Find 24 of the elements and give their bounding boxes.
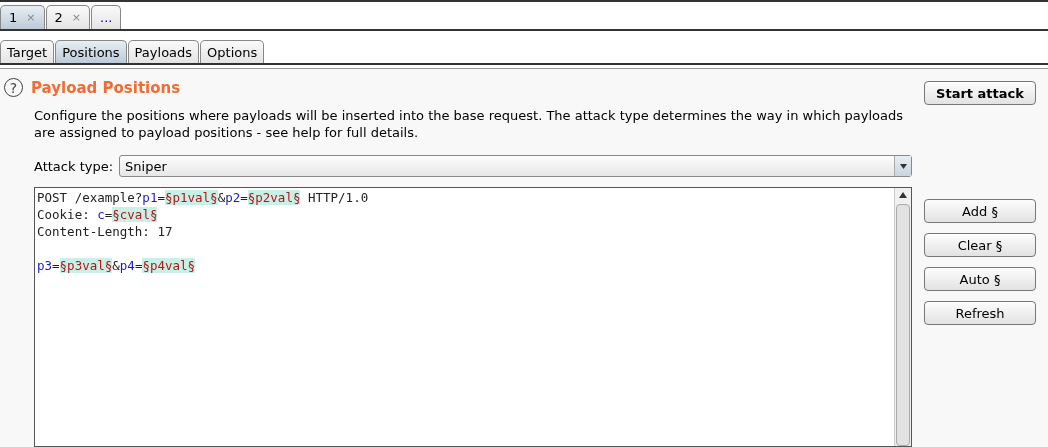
scroll-up-icon[interactable] [899, 192, 907, 198]
attack-tab[interactable]: 2 × [45, 5, 90, 29]
tab[interactable]: Target [0, 40, 55, 63]
attack-tab[interactable]: 1 × [0, 5, 45, 29]
tab[interactable]: Payloads [127, 40, 200, 63]
attack-type-label: Attack type: [34, 158, 114, 174]
scrollbar[interactable] [894, 188, 911, 446]
request-editor[interactable]: POST /example?p1=§p1val§&p2=§p2val§ HTTP/1.0 Cookie: c=§cval§ Content-Length: 17 p3=§p3val§&p4=§p4val§ [34, 187, 912, 447]
start-attack-button[interactable]: Start attack [924, 81, 1036, 105]
dropdown-arrow-icon [899, 163, 907, 169]
request-line: POST /example?p1=§p1val§&p2=§p2val§ HTTP/1.0 [37, 190, 369, 205]
request-line: Content-Length: 17 [37, 224, 173, 239]
side-button[interactable]: Clear § [924, 233, 1036, 257]
side-button[interactable]: Auto § [924, 267, 1036, 291]
attack-tab[interactable]: ... [91, 5, 122, 29]
request-line: p3=§p3val§&p4=§p4val§ [37, 258, 196, 273]
request-line: Cookie: c=§cval§ [37, 207, 158, 222]
attack-type-dropdown[interactable]: Sniper [119, 155, 912, 177]
section-title: Payload Positions [31, 78, 181, 97]
side-button[interactable]: Add § [924, 199, 1036, 223]
description: Configure the positions where payloads will be inserted into the base request. The attack type determines the way in which payloads are assigned to payload positions - see help for full details. [34, 107, 905, 141]
side-button[interactable]: Refresh [924, 301, 1036, 325]
tab[interactable]: Positions [55, 40, 127, 63]
tab[interactable]: Options [200, 40, 265, 63]
